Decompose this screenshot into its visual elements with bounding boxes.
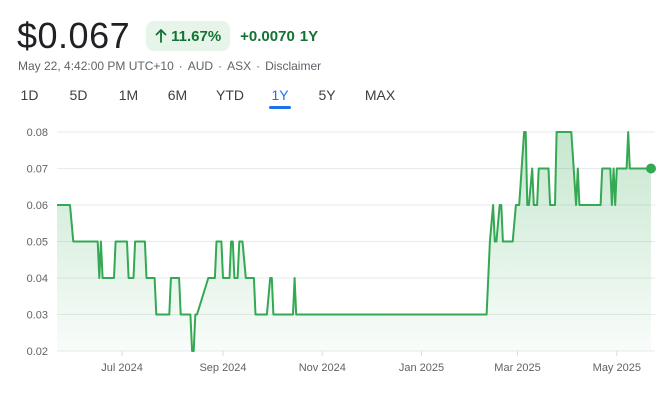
- y-tick-label: 0.04: [27, 273, 48, 285]
- x-tick-label: Nov 2024: [299, 362, 346, 374]
- stock-price: $0.067: [17, 15, 131, 56]
- tab-1m[interactable]: 1M: [117, 84, 140, 109]
- y-tick-label: 0.02: [27, 346, 48, 358]
- tab-6m[interactable]: 6M: [166, 84, 189, 109]
- quote-header: $0.067 11.67% +0.0070 1Y: [17, 14, 323, 58]
- quote-meta: May 22, 4:42:00 PM UTC+10 · AUD · ASX · …: [18, 59, 321, 73]
- x-tick-label: Jul 2024: [101, 362, 143, 374]
- y-tick-label: 0.05: [27, 237, 48, 249]
- quote-datetime: May 22, 4:42:00 PM UTC+10: [18, 59, 174, 73]
- quote-exchange: ASX: [227, 59, 252, 73]
- disclaimer-link[interactable]: Disclaimer: [265, 59, 321, 73]
- tab-5y[interactable]: 5Y: [316, 84, 338, 109]
- separator-dot: ·: [178, 59, 183, 73]
- tab-1y[interactable]: 1Y: [269, 84, 291, 109]
- x-tick-label: May 2025: [593, 362, 641, 374]
- arrow-up-icon: [155, 29, 167, 43]
- x-tick-label: Jan 2025: [399, 362, 444, 374]
- percent-change-value: 11.67%: [171, 27, 222, 45]
- separator-dot: ·: [218, 59, 223, 73]
- tab-ytd[interactable]: YTD: [215, 84, 245, 109]
- quote-currency: AUD: [187, 59, 214, 73]
- x-tick-label: Mar 2025: [494, 362, 540, 374]
- range-tabs: 1D 5D 1M 6M YTD 1Y 5Y MAX: [18, 84, 397, 109]
- y-tick-label: 0.07: [27, 164, 48, 176]
- x-tick-label: Sep 2024: [199, 362, 246, 374]
- y-tick-label: 0.08: [27, 127, 48, 139]
- tab-1d[interactable]: 1D: [18, 84, 41, 109]
- separator-dot: ·: [256, 59, 261, 73]
- y-tick-label: 0.03: [27, 310, 48, 322]
- y-tick-label: 0.06: [27, 200, 48, 212]
- percent-change-badge: 11.67%: [146, 21, 231, 51]
- tab-max[interactable]: MAX: [363, 84, 397, 109]
- absolute-change-value: +0.0070: [240, 27, 295, 45]
- absolute-change: +0.0070 1Y: [240, 28, 323, 45]
- change-period: 1Y: [299, 27, 319, 45]
- latest-price-dot[interactable]: [646, 163, 656, 174]
- price-chart[interactable]: 0.08 0.07 0.06 0.05 0.04 0.03 0.02 Jul 2024 Sep …: [0, 118, 672, 400]
- tab-5d[interactable]: 5D: [67, 84, 90, 109]
